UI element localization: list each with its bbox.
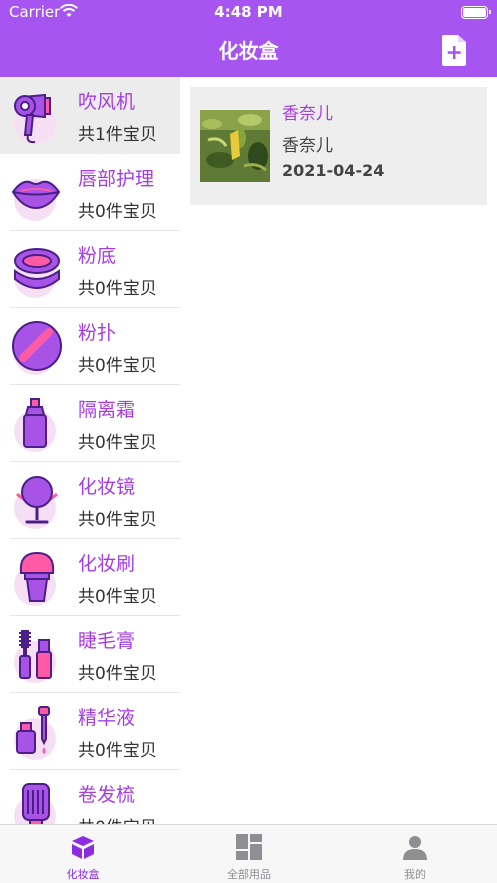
item-card[interactable]: 香奈儿 香奈儿 2021-04-24 <box>190 87 487 205</box>
tab-bar: 化妆盒 全部用品 我的 <box>0 824 497 883</box>
category-item-foundation[interactable]: 粉底 共0件宝贝 <box>0 231 180 308</box>
category-count: 共0件宝贝 <box>78 279 157 299</box>
category-name: 化妆刷 <box>78 553 136 575</box>
category-item-serum[interactable]: 精华液 共0件宝贝 <box>0 693 180 770</box>
category-name: 精华液 <box>78 707 136 729</box>
category-count: 共0件宝贝 <box>78 510 157 530</box>
category-name: 粉扑 <box>78 322 117 344</box>
category-item-lip-care[interactable]: 唇部护理 共0件宝贝 <box>0 154 180 231</box>
category-name: 粉底 <box>78 245 117 267</box>
battery-icon <box>461 6 491 19</box>
serum-dropper-icon <box>14 706 56 760</box>
category-count: 共0件宝贝 <box>78 813 157 824</box>
category-name: 睫毛膏 <box>78 630 136 652</box>
clock: 4:48 PM <box>214 3 283 21</box>
add-document-icon[interactable] <box>440 34 468 67</box>
tab-label: 我的 <box>404 868 426 881</box>
tab-label: 全部用品 <box>227 868 271 881</box>
mirror-icon <box>14 476 59 529</box>
category-name: 化妆镜 <box>78 476 136 498</box>
category-item-makeup-brush[interactable]: 化妆刷 共0件宝贝 <box>0 539 180 616</box>
item-name: 香奈儿 <box>282 104 333 124</box>
hair-brush-icon <box>14 783 56 824</box>
tab-makeup-box[interactable]: 化妆盒 <box>0 825 166 883</box>
person-icon <box>403 836 427 860</box>
makeup-brush-icon <box>14 551 56 606</box>
lips-icon <box>11 179 61 221</box>
item-photo <box>200 110 270 182</box>
mascara-icon <box>14 630 56 683</box>
category-name: 唇部护理 <box>78 168 155 190</box>
hair-dryer-icon <box>14 93 56 144</box>
category-count: 共0件宝贝 <box>78 433 157 453</box>
page-title: 化妆盒 <box>218 39 279 63</box>
item-brand: 香奈儿 <box>282 136 333 156</box>
category-name: 吹风机 <box>78 91 136 113</box>
category-count: 共0件宝贝 <box>78 202 157 222</box>
category-item-primer[interactable]: 隔离霜 共0件宝贝 <box>0 385 180 462</box>
status-bar: Carrier 4:48 PM <box>0 0 497 26</box>
category-item-makeup-mirror[interactable]: 化妆镜 共0件宝贝 <box>0 462 180 539</box>
grid-icon <box>236 834 262 860</box>
category-count: 共0件宝贝 <box>78 664 157 684</box>
category-item-curling-brush[interactable]: 卷发梳 共0件宝贝 <box>0 770 180 824</box>
nav-header: Carrier 4:48 PM 化妆盒 <box>0 0 497 77</box>
powder-puff-icon <box>12 321 62 375</box>
tab-all-items[interactable]: 全部用品 <box>166 825 332 883</box>
category-name: 隔离霜 <box>78 399 136 421</box>
category-item-powder-puff[interactable]: 粉扑 共0件宝贝 <box>0 308 180 385</box>
category-count: 共1件宝贝 <box>78 125 157 145</box>
category-item-mascara[interactable]: 睫毛膏 共0件宝贝 <box>0 616 180 693</box>
compact-foundation-icon <box>14 248 60 298</box>
category-count: 共0件宝贝 <box>78 356 157 376</box>
item-date: 2021-04-24 <box>282 161 385 180</box>
category-sidebar: 吹风机 共1件宝贝 唇部护理 共0件宝贝 粉底 共0件宝贝 粉扑 共0件宝贝 隔… <box>0 77 180 824</box>
category-count: 共0件宝贝 <box>78 741 157 761</box>
cream-bottle-icon <box>14 398 56 452</box>
category-name: 卷发梳 <box>78 784 136 806</box>
box-icon <box>72 836 94 859</box>
item-list: 香奈儿 香奈儿 2021-04-24 <box>180 77 497 824</box>
category-count: 共0件宝贝 <box>78 587 157 607</box>
tab-label: 化妆盒 <box>66 868 100 881</box>
tab-mine[interactable]: 我的 <box>332 825 497 883</box>
category-item-hair-dryer[interactable]: 吹风机 共1件宝贝 <box>0 77 180 154</box>
